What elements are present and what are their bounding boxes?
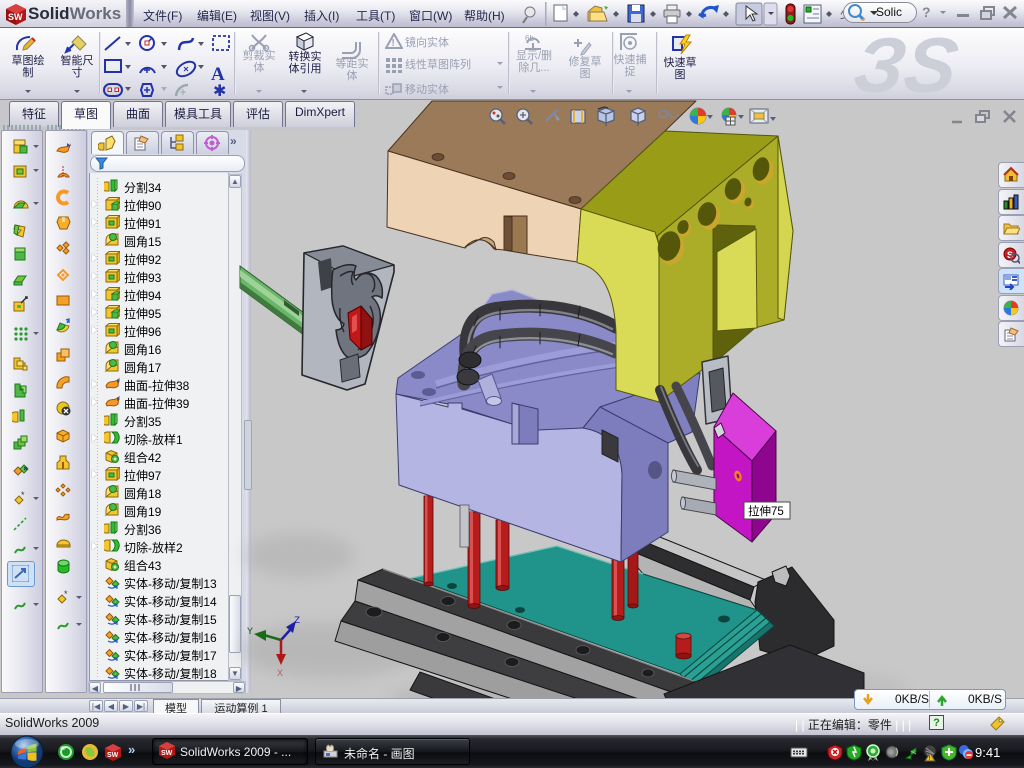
svg-text:Y: Y [247, 627, 253, 638]
svg-text:SW: SW [161, 750, 173, 757]
svg-text:SW: SW [107, 752, 119, 759]
svg-text:Z: Z [294, 616, 300, 627]
svg-text:X: X [277, 669, 283, 680]
svg-text:»: » [128, 743, 135, 757]
svg-text:拉伸75: 拉伸75 [748, 504, 784, 518]
